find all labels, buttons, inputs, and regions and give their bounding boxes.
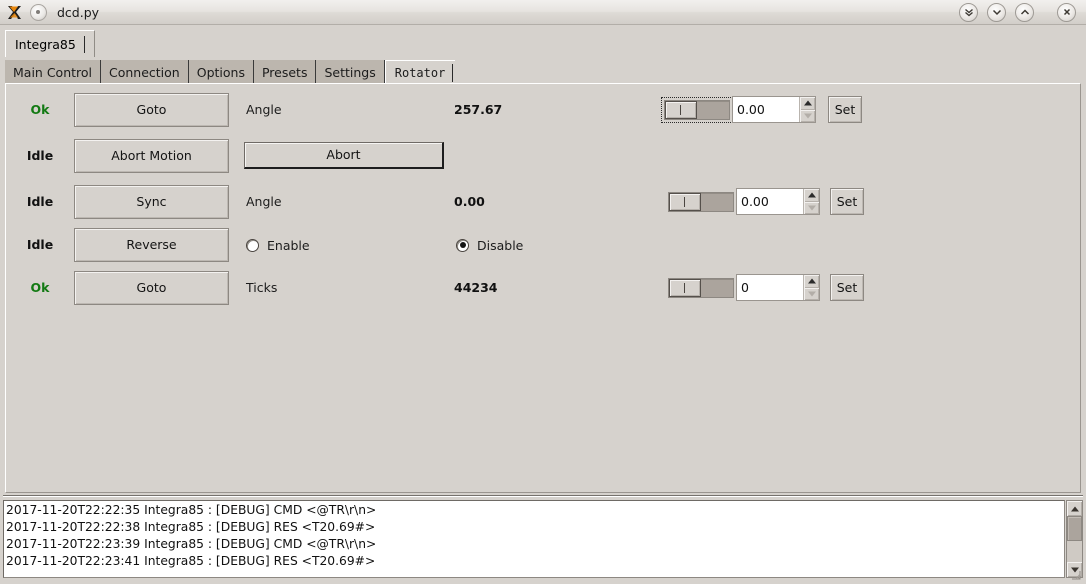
radio-checked-icon [456,238,469,252]
inner-tabbar: Main Control Connection Options Presets … [5,59,1081,84]
radio-unchecked-icon [246,238,259,252]
angle-spin-value[interactable]: 0.00 [733,97,799,122]
ticks-slider[interactable] [668,278,734,298]
log-line: 2017-11-20T22:23:39 Integra85 : [DEBUG] … [6,537,377,551]
window-titlebar: dcd.py [0,0,1086,25]
status-badge: Ok [30,280,50,295]
x11-logo-icon [6,4,23,21]
tab-settings[interactable]: Settings [316,60,385,84]
status-badge: Idle [26,194,54,209]
set-angle-button[interactable]: Set [828,96,862,123]
status-badge: Ok [30,102,50,117]
tab-label: Main Control [13,64,92,80]
spinbox-arrows [803,275,819,300]
angle-value: 257.67 [454,102,503,117]
row-reverse: Idle Reverse Enable Disable [6,225,1080,265]
ticks-spinbox[interactable]: 0 [736,274,820,301]
slider-handle[interactable] [665,101,697,119]
angle-slider[interactable] [661,97,733,123]
tab-label: Connection [109,64,180,80]
sync-angle-spinbox[interactable]: 0.00 [736,188,820,215]
rotator-panel: Ok Goto Angle 257.67 0.00 Set Idle Abort… [5,83,1081,493]
ticks-value: 44234 [454,280,498,295]
row-abort-motion: Idle Abort Motion Abort [6,136,1080,176]
sync-button[interactable]: Sync [74,185,229,219]
log-area: 2017-11-20T22:22:35 Integra85 : [DEBUG] … [3,500,1083,578]
tab-label: Options [196,64,245,80]
window-title: dcd.py [57,4,100,20]
scrollbar-track[interactable] [1067,516,1082,562]
panel-separator [3,495,1083,497]
set-sync-angle-button[interactable]: Set [830,188,864,215]
angle-label: Angle [246,102,282,117]
radio-disable[interactable]: Disable [456,225,523,265]
log-textarea[interactable]: 2017-11-20T22:22:35 Integra85 : [DEBUG] … [3,500,1065,578]
radio-enable[interactable]: Enable [246,225,310,265]
outer-tab-label: Integra85 [15,36,76,52]
log-line: 2017-11-20T22:22:38 Integra85 : [DEBUG] … [6,520,376,534]
tab-options[interactable]: Options [188,60,254,84]
tab-label: Settings [324,64,376,80]
set-ticks-button[interactable]: Set [830,274,864,301]
spin-up-icon[interactable] [804,275,819,288]
application-window: dcd.py Integra85 Main Control Connection… [0,0,1086,584]
spinbox-arrows [799,97,815,122]
radio-enable-label: Enable [267,237,310,253]
radio-disable-label: Disable [477,237,524,253]
spin-down-icon[interactable] [804,201,819,214]
angle-spinbox[interactable]: 0.00 [732,96,816,123]
spin-up-icon[interactable] [804,189,819,202]
tab-main-control[interactable]: Main Control [5,60,101,84]
row-goto-ticks: Ok Goto Ticks 44234 0 Set [6,268,1080,308]
tab-label: Rotator [394,65,446,80]
log-line: 2017-11-20T22:23:41 Integra85 : [DEBUG] … [6,554,376,568]
resize-grip-icon[interactable] [1071,569,1081,580]
slider-handle[interactable] [669,193,701,211]
ticks-label: Ticks [246,280,278,295]
close-button[interactable] [1057,2,1076,22]
sync-angle-spin-value[interactable]: 0.00 [737,189,803,214]
status-badge: Idle [26,237,54,252]
tab-label: Presets [261,64,308,80]
text-caret-icon [83,35,85,53]
row-goto-angle: Ok Goto Angle 257.67 0.00 Set [6,90,1080,130]
sync-angle-label: Angle [246,194,282,209]
status-badge: Idle [26,148,54,163]
outer-tab-integra85[interactable]: Integra85 [5,30,95,57]
row-sync-angle: Idle Sync Angle 0.00 0.00 Set [6,182,1080,222]
maximize-button[interactable] [1015,2,1034,22]
spinbox-arrows [803,189,819,214]
goto-ticks-button[interactable]: Goto [74,271,229,305]
window-menu-icon[interactable] [30,3,47,21]
minimize-button[interactable] [987,2,1006,22]
spin-up-icon[interactable] [800,97,815,110]
spin-down-icon[interactable] [804,287,819,300]
goto-angle-button[interactable]: Goto [74,93,229,127]
slider-handle[interactable] [669,279,701,297]
tab-rotator[interactable]: Rotator [384,60,456,84]
abort-button[interactable]: Abort [244,142,444,169]
ticks-spin-value[interactable]: 0 [737,275,803,300]
scrollbar-thumb[interactable] [1067,516,1082,541]
tabbar-filler [455,60,1081,84]
scroll-up-icon[interactable] [1067,501,1082,516]
tab-connection[interactable]: Connection [101,60,189,84]
abort-motion-button[interactable]: Abort Motion [74,139,229,173]
reverse-button[interactable]: Reverse [74,228,229,262]
log-vertical-scrollbar[interactable] [1066,500,1083,578]
sync-angle-value: 0.00 [454,194,485,209]
tab-presets[interactable]: Presets [253,60,317,84]
sync-angle-slider[interactable] [668,192,734,212]
log-line: 2017-11-20T22:22:35 Integra85 : [DEBUG] … [6,503,377,517]
shade-button[interactable] [959,2,978,22]
spin-down-icon[interactable] [800,109,815,122]
outer-tabbar: Integra85 [0,25,1086,58]
